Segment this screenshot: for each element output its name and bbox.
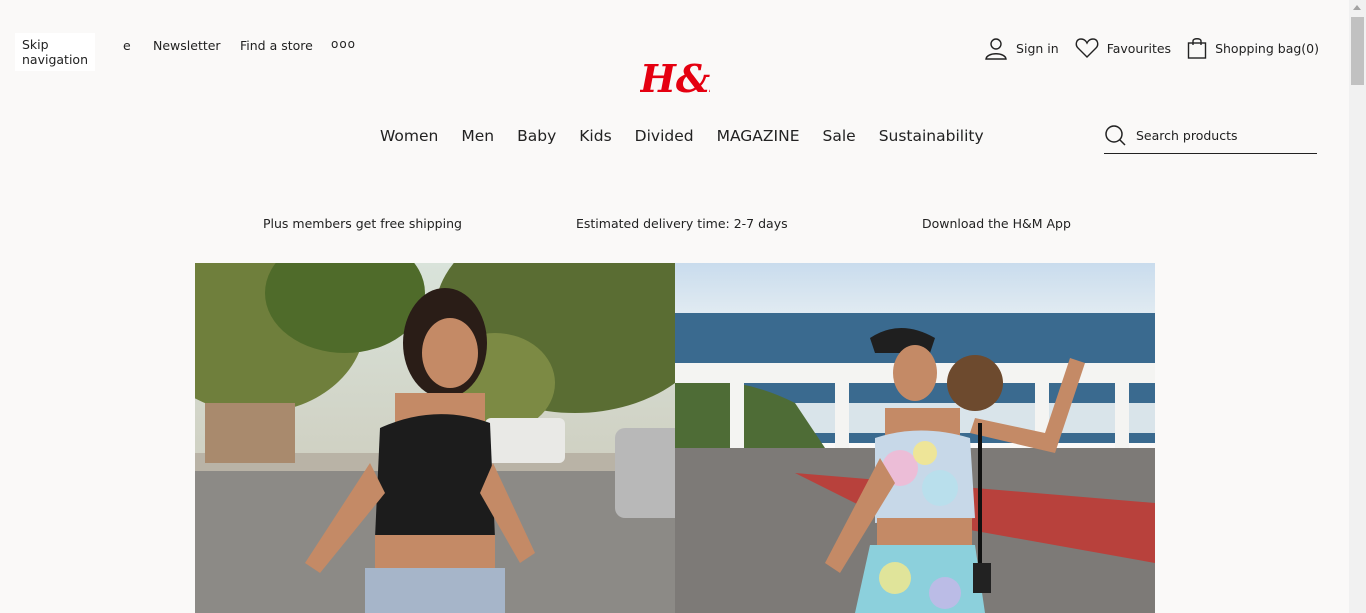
nav-item-kids[interactable]: Kids (579, 127, 611, 145)
nav-item-sustainability[interactable]: Sustainability (879, 127, 984, 145)
hero-photo-ocean (675, 263, 1155, 613)
main-navigation: Women Men Baby Kids Divided MAGAZINE Sal… (380, 127, 1007, 145)
user-icon (985, 38, 1007, 60)
account-area: Sign in Favourites Shopping bag(0) (968, 36, 1319, 60)
scrollbar-thumb[interactable] (1351, 17, 1364, 85)
hm-logo[interactable]: H&M (640, 52, 710, 100)
newsletter-link[interactable]: Newsletter (153, 38, 221, 53)
shopping-bag-button[interactable]: Shopping bag(0) (1187, 37, 1319, 59)
favourites-label: Favourites (1106, 40, 1172, 56)
logo-text: H&M (640, 56, 710, 100)
promo-download-app[interactable]: Download the H&M App (922, 216, 1071, 231)
skip-navigation-link[interactable]: Skip navigation (15, 33, 95, 71)
nav-item-baby[interactable]: Baby (517, 127, 556, 145)
nav-item-magazine[interactable]: MAGAZINE (717, 127, 800, 145)
promo-delivery-time[interactable]: Estimated delivery time: 2-7 days (576, 216, 788, 231)
hero-banner[interactable] (195, 263, 1155, 613)
nav-item-sale[interactable]: Sale (823, 127, 856, 145)
utility-link-partial[interactable]: e (123, 38, 143, 53)
page-scrollbar[interactable] (1349, 0, 1366, 613)
favourites-button[interactable]: Favourites (1075, 37, 1171, 59)
more-menu-icon[interactable]: ooo (331, 37, 356, 51)
nav-item-men[interactable]: Men (461, 127, 494, 145)
search-icon[interactable] (1104, 124, 1126, 146)
find-store-link[interactable]: Find a store (240, 38, 313, 53)
sign-in-label: Sign in (1016, 40, 1059, 56)
shopping-bag-label: Shopping bag(0) (1215, 40, 1319, 56)
hero-image-right[interactable] (675, 263, 1155, 613)
shopping-bag-icon (1187, 38, 1207, 59)
search-bar (1104, 124, 1317, 154)
nav-item-women[interactable]: Women (380, 127, 438, 145)
search-input[interactable] (1134, 127, 1308, 144)
sign-in-button[interactable]: Sign in (984, 36, 1059, 60)
heart-icon (1075, 38, 1099, 58)
scroll-up-arrow-icon[interactable] (1353, 5, 1361, 10)
hero-image-left[interactable] (195, 263, 675, 613)
promo-free-shipping[interactable]: Plus members get free shipping (263, 216, 462, 231)
hero-photo-street (195, 263, 675, 613)
nav-item-divided[interactable]: Divided (635, 127, 694, 145)
